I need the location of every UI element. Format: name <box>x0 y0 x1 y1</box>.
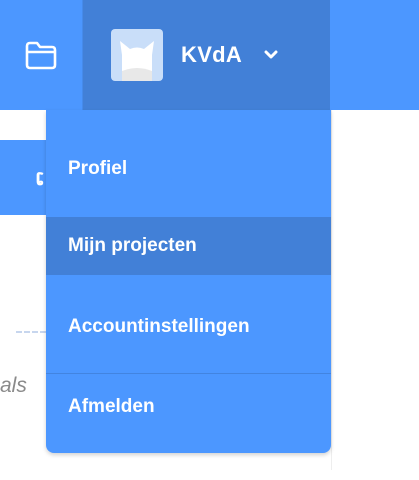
background-text: als <box>0 374 27 397</box>
menu-item-sign-out[interactable]: Afmelden <box>46 378 331 436</box>
menu-item-label: Mijn projecten <box>68 235 197 256</box>
chevron-down-icon <box>264 50 278 60</box>
username: KVdA <box>181 42 243 67</box>
background-button[interactable]: ເ <box>0 140 46 215</box>
menu-separator <box>46 373 331 374</box>
menu-bar: KVdA <box>0 0 419 110</box>
account-dropdown-menu: Profiel Mijn projecten Accountinstelling… <box>46 110 331 453</box>
menu-item-label: Profiel <box>68 158 128 179</box>
menu-item-account-settings[interactable]: Accountinstellingen <box>46 298 331 356</box>
file-menu-button[interactable] <box>0 0 82 110</box>
account-menu-button[interactable]: KVdA <box>83 0 330 110</box>
background-button-glyph: ເ <box>35 164 44 190</box>
menu-item-profile[interactable]: Profiel <box>46 140 331 198</box>
dashed-divider <box>16 331 46 333</box>
menu-item-my-projects[interactable]: Mijn projecten <box>46 217 331 275</box>
avatar <box>111 29 163 81</box>
menu-item-label: Afmelden <box>68 396 155 417</box>
panel-border <box>331 110 332 470</box>
folder-icon <box>25 41 57 70</box>
cat-avatar-icon <box>120 41 154 81</box>
menu-item-label: Accountinstellingen <box>68 316 250 337</box>
